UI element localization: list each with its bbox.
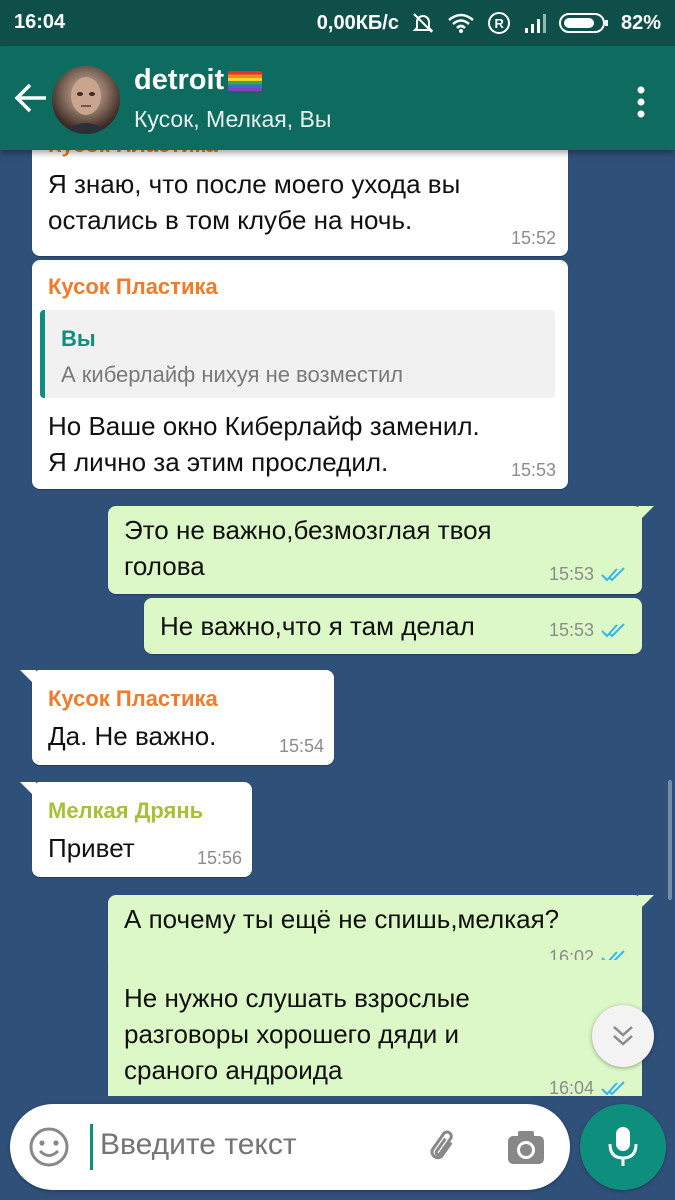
message-time: 15:56 — [196, 848, 242, 868]
message-text: Да. Не важно. — [48, 721, 217, 751]
message-sender: Мелкая Дрянь — [48, 798, 204, 823]
message-bubble-outgoing[interactable]: Не нужно слушать взрослые разговоры хоро… — [108, 960, 642, 1096]
message-sender: Кусок Пластика — [48, 274, 218, 299]
message-bubble-incoming[interactable]: Кусок Пластика Вы А киберлайф нихуя не в… — [32, 260, 568, 489]
message-bubble-incoming[interactable]: Мелкая Дрянь Привет 15:56 — [20, 782, 252, 877]
message-bubble-outgoing[interactable]: Это не важно,безмозглая твоя голова 15:5… — [108, 506, 654, 594]
text-cursor — [90, 1124, 93, 1170]
chat-title[interactable]: detroit — [134, 64, 263, 97]
message-text: Я знаю, что после моего ухода вы осталис… — [48, 169, 461, 235]
emoji-icon[interactable] — [26, 1124, 72, 1170]
signal-icon — [523, 12, 547, 34]
message-list[interactable]: Кусок Пластика Я знаю, что после моего у… — [0, 150, 675, 1096]
message-sender: Кусок Пластика — [48, 686, 218, 711]
network-speed: 0,00КБ/с — [316, 11, 399, 34]
scrollbar[interactable] — [668, 780, 672, 900]
quoted-author: Вы — [61, 326, 96, 351]
back-arrow-icon[interactable] — [10, 76, 54, 120]
status-bar: 16:04 0,00КБ/с R 82% — [0, 0, 675, 46]
message-time: 15:52 — [510, 228, 556, 248]
voice-record-button[interactable] — [580, 1104, 666, 1190]
message-time: 15:53 — [548, 620, 594, 640]
alarm-off-icon — [411, 11, 435, 35]
message-time: 15:54 — [278, 736, 324, 756]
message-time: 16:04 — [548, 1078, 594, 1096]
message-text: Не важно,что я там делал — [160, 611, 475, 641]
message-input[interactable] — [100, 1128, 400, 1162]
bubble-tail — [20, 782, 36, 798]
chat-title-text: detroit — [134, 64, 225, 96]
message-composer — [10, 1104, 570, 1190]
message-bubble-incoming[interactable]: Кусок Пластика Я знаю, что после моего у… — [32, 150, 568, 256]
quoted-text: А киберлайф нихуя не возместил — [61, 362, 404, 387]
wifi-icon — [447, 12, 475, 34]
message-time: 15:53 — [510, 460, 556, 480]
read-ticks-icon — [601, 1081, 625, 1096]
read-ticks-icon — [601, 623, 625, 638]
message-sender: Кусок Пластика — [48, 150, 218, 158]
microphone-icon — [608, 1127, 638, 1166]
bubble-tail — [20, 670, 36, 686]
group-avatar[interactable] — [52, 66, 120, 134]
message-text: Не нужно слушать взрослые разговоры хоро… — [124, 983, 470, 1085]
roaming-icon: R — [487, 11, 511, 35]
message-text: Но Ваше окно Киберлайф заменил. Я лично … — [48, 411, 480, 477]
chat-participants: Кусок, Мелкая, Вы — [134, 106, 332, 132]
bubble-tail — [638, 506, 654, 522]
scroll-to-bottom-button[interactable] — [592, 1005, 654, 1067]
battery-icon — [558, 12, 609, 34]
bubble-tail — [638, 895, 654, 911]
more-options-icon[interactable] — [629, 82, 653, 122]
message-bubble-outgoing[interactable]: Не важно,что я там делал 15:53 — [144, 598, 642, 654]
read-ticks-icon — [601, 567, 625, 582]
attachment-icon[interactable] — [422, 1126, 466, 1170]
chat-header: detroit Кусок, Мелкая, Вы — [0, 46, 675, 150]
message-time: 15:53 — [548, 564, 594, 584]
message-bubble-incoming[interactable]: Кусок Пластика Да. Не важно. 15:54 — [20, 670, 334, 765]
battery-percent: 82% — [620, 11, 661, 34]
status-time: 16:04 — [14, 11, 66, 33]
double-chevron-down-icon — [613, 1026, 633, 1046]
message-text: А почему ты ещё не спишь,мелкая? — [124, 904, 560, 934]
rainbow-flag-icon — [228, 70, 263, 91]
message-text: Это не важно,безмозглая твоя голова — [124, 515, 492, 581]
message-text: Привет — [48, 833, 135, 863]
quoted-message[interactable]: Вы А киберлайф нихуя не возместил — [40, 310, 555, 398]
camera-icon[interactable] — [504, 1126, 548, 1170]
svg-text:R: R — [494, 16, 504, 31]
